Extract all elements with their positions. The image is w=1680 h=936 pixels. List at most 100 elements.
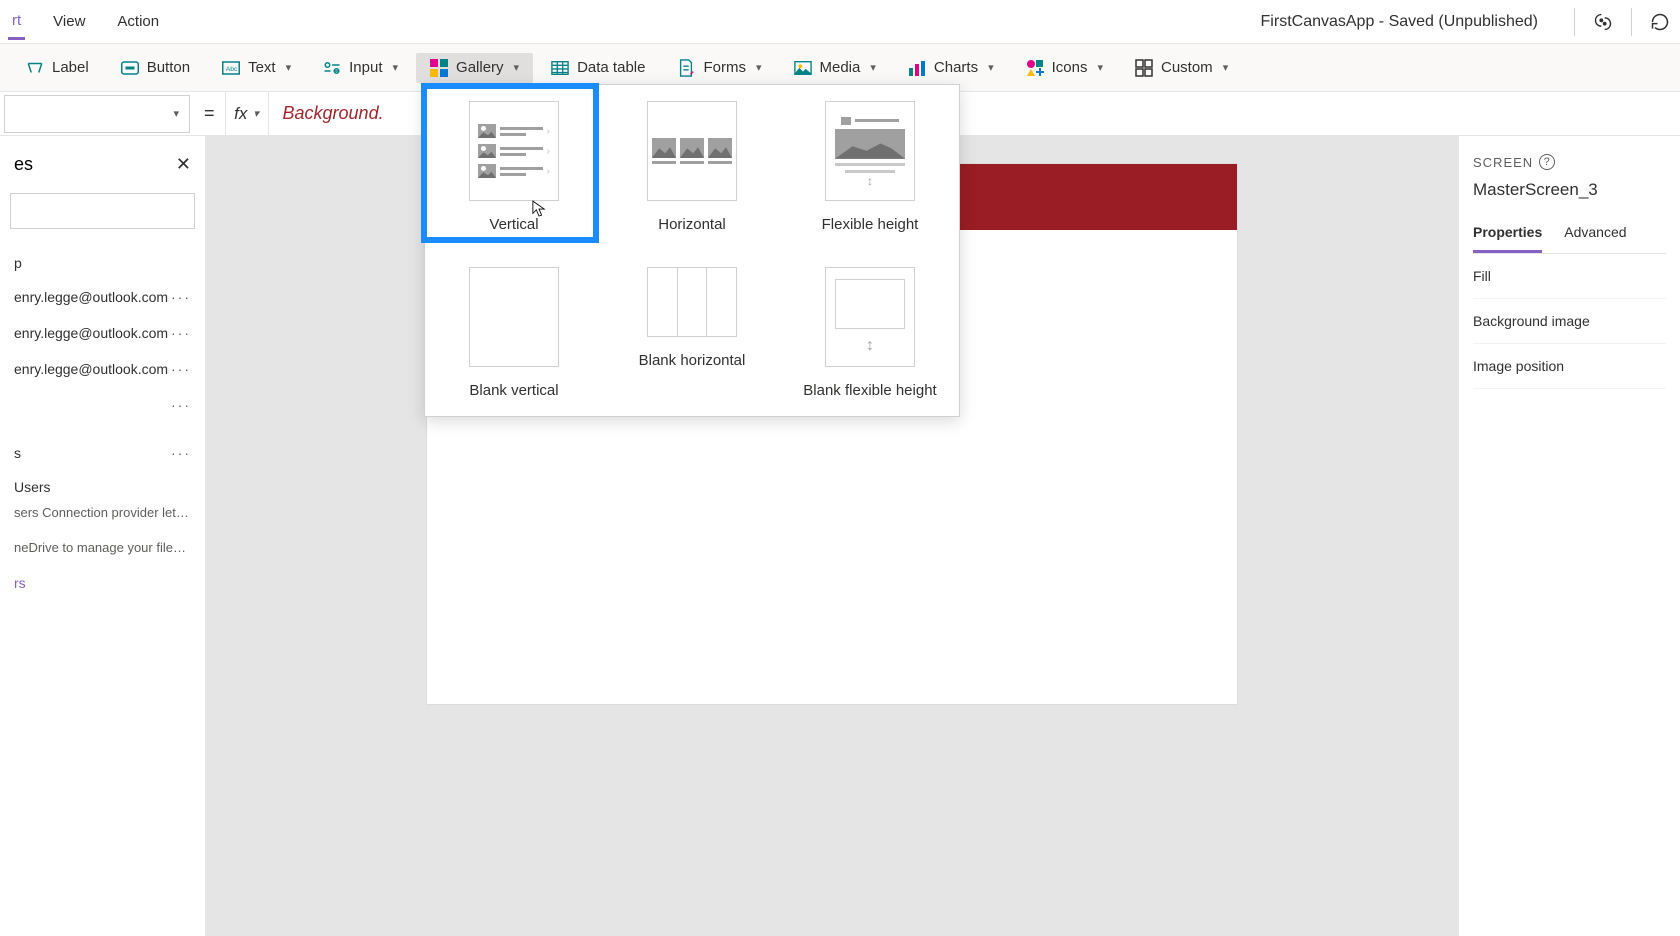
gallery-option-blank-vertical[interactable]: Blank vertical (425, 251, 603, 417)
insert-icons-button[interactable]: Icons ▾ (1012, 53, 1117, 83)
gallery-option-vertical[interactable]: › › › Vertical (425, 85, 603, 251)
undo-icon[interactable] (1648, 10, 1672, 34)
data-source-item[interactable]: enry.legge@outlook.com··· (0, 315, 205, 351)
app-title: FirstCanvasApp - Saved (Unpublished) (1261, 13, 1538, 31)
properties-panel: SCREEN ? MasterScreen_3 Properties Advan… (1458, 136, 1680, 936)
chevron-down-icon: ▾ (253, 107, 259, 120)
more-icon[interactable]: ··· (171, 325, 191, 341)
connector-desc: sers Connection provider lets you ... (0, 503, 205, 530)
data-source-item[interactable]: enry.legge@outlook.com··· (0, 351, 205, 387)
property-fill[interactable]: Fill (1473, 254, 1666, 299)
insert-media-button[interactable]: Media ▾ (780, 53, 890, 83)
insert-forms-button[interactable]: Forms ▾ (663, 53, 775, 83)
panel-type-label: SCREEN ? (1473, 154, 1666, 170)
label-icon (26, 59, 44, 77)
menu-action[interactable]: Action (113, 5, 163, 38)
text-label: Text (248, 59, 276, 76)
property-image-position[interactable]: Image position (1473, 344, 1666, 389)
forms-icon (677, 59, 695, 77)
gallery-option-horizontal[interactable]: Horizontal (603, 85, 781, 251)
insert-text-button[interactable]: Abc Text ▾ (208, 53, 305, 83)
insert-datatable-button[interactable]: Data table (537, 53, 659, 83)
panel-link[interactable]: rs (0, 565, 205, 601)
option-label: Flexible height (822, 215, 919, 235)
more-icon[interactable]: ··· (171, 445, 191, 461)
gallery-icon (430, 59, 448, 77)
insert-button-button[interactable]: Button (107, 53, 204, 83)
thumbnail: › › › (469, 101, 559, 201)
gallery-label: Gallery (456, 59, 504, 76)
thumbnail: ↕ (825, 101, 915, 201)
charts-label: Charts (934, 59, 978, 76)
panel-search-input[interactable] (10, 193, 195, 229)
gallery-option-flexible-height[interactable]: ↕ Flexible height (781, 85, 959, 251)
data-source-item[interactable]: ··· (0, 387, 205, 423)
svg-text:Abc: Abc (226, 66, 238, 73)
label-text: Label (52, 59, 89, 76)
custom-label: Custom (1161, 59, 1213, 76)
datatable-label: Data table (577, 59, 645, 76)
chevron-down-icon: ▾ (1223, 61, 1229, 74)
tab-advanced[interactable]: Advanced (1564, 218, 1626, 253)
more-icon[interactable]: ··· (171, 361, 191, 377)
property-selector[interactable]: ▾ (4, 95, 190, 133)
gallery-option-blank-horizontal[interactable]: Blank horizontal (603, 251, 781, 417)
option-label: Blank horizontal (639, 351, 746, 371)
option-label: Vertical (489, 215, 538, 235)
insert-gallery-button[interactable]: Gallery ▾ (416, 53, 533, 83)
chevron-down-icon: ▾ (870, 61, 876, 74)
thumbnail: ↕ (825, 267, 915, 367)
connector-title: Users (0, 471, 205, 503)
thumbnail (647, 101, 737, 201)
chevron-down-icon: ▾ (173, 107, 179, 120)
datatable-icon (551, 59, 569, 77)
separator (1574, 8, 1575, 36)
gallery-option-blank-flexible-height[interactable]: ↕ Blank flexible height (781, 251, 959, 417)
chevron-down-icon: ▾ (1097, 61, 1103, 74)
icons-label: Icons (1052, 59, 1088, 76)
gallery-dropdown: › › › Vertical Horizontal ↕ Flexible hei (424, 84, 960, 417)
help-icon[interactable]: ? (1539, 154, 1555, 170)
property-background-image[interactable]: Background image (1473, 299, 1666, 344)
connector-desc: neDrive to manage your files. Yo... (0, 538, 205, 565)
left-panel: es ✕ p enry.legge@outlook.com··· enry.le… (0, 136, 206, 936)
text-icon: Abc (222, 59, 240, 77)
data-source-item[interactable]: enry.legge@outlook.com··· (0, 279, 205, 315)
button-icon (121, 59, 139, 77)
screen-name: MasterScreen_3 (1473, 180, 1666, 200)
option-label: Blank flexible height (803, 381, 936, 401)
chevron-down-icon: ▾ (514, 61, 520, 74)
chevron-down-icon: ▾ (286, 61, 292, 74)
more-icon[interactable]: ··· (171, 397, 191, 413)
charts-icon (908, 59, 926, 77)
app-checker-icon[interactable] (1591, 10, 1615, 34)
insert-label-button[interactable]: Label (12, 53, 103, 83)
chevron-down-icon: ▾ (988, 61, 994, 74)
insert-charts-button[interactable]: Charts ▾ (894, 53, 1008, 83)
option-label: Horizontal (658, 215, 726, 235)
tab-properties[interactable]: Properties (1473, 218, 1542, 253)
insert-custom-button[interactable]: Custom ▾ (1121, 53, 1242, 83)
fx-button[interactable]: fx▾ (225, 92, 269, 135)
panel-tabs: Properties Advanced (1473, 218, 1666, 254)
menubar: rt View Action FirstCanvasApp - Saved (U… (0, 0, 1680, 44)
menu-insert[interactable]: rt (8, 4, 25, 40)
input-label: Input (349, 59, 382, 76)
option-label: Blank vertical (469, 381, 558, 401)
close-icon[interactable]: ✕ (176, 154, 191, 175)
icons-icon (1026, 59, 1044, 77)
thumbnail (469, 267, 559, 367)
chevron-down-icon: ▾ (393, 61, 399, 74)
media-label: Media (820, 59, 861, 76)
input-icon (323, 59, 341, 77)
media-icon (794, 59, 812, 77)
panel-section-heading: p (0, 247, 205, 279)
insert-input-button[interactable]: Input ▾ (309, 53, 412, 83)
separator (1631, 8, 1632, 36)
menu-view[interactable]: View (49, 5, 89, 38)
panel-section-heading: s··· (0, 435, 205, 471)
more-icon[interactable]: ··· (171, 289, 191, 305)
custom-icon (1135, 59, 1153, 77)
thumbnail (647, 267, 737, 337)
forms-label: Forms (703, 59, 746, 76)
